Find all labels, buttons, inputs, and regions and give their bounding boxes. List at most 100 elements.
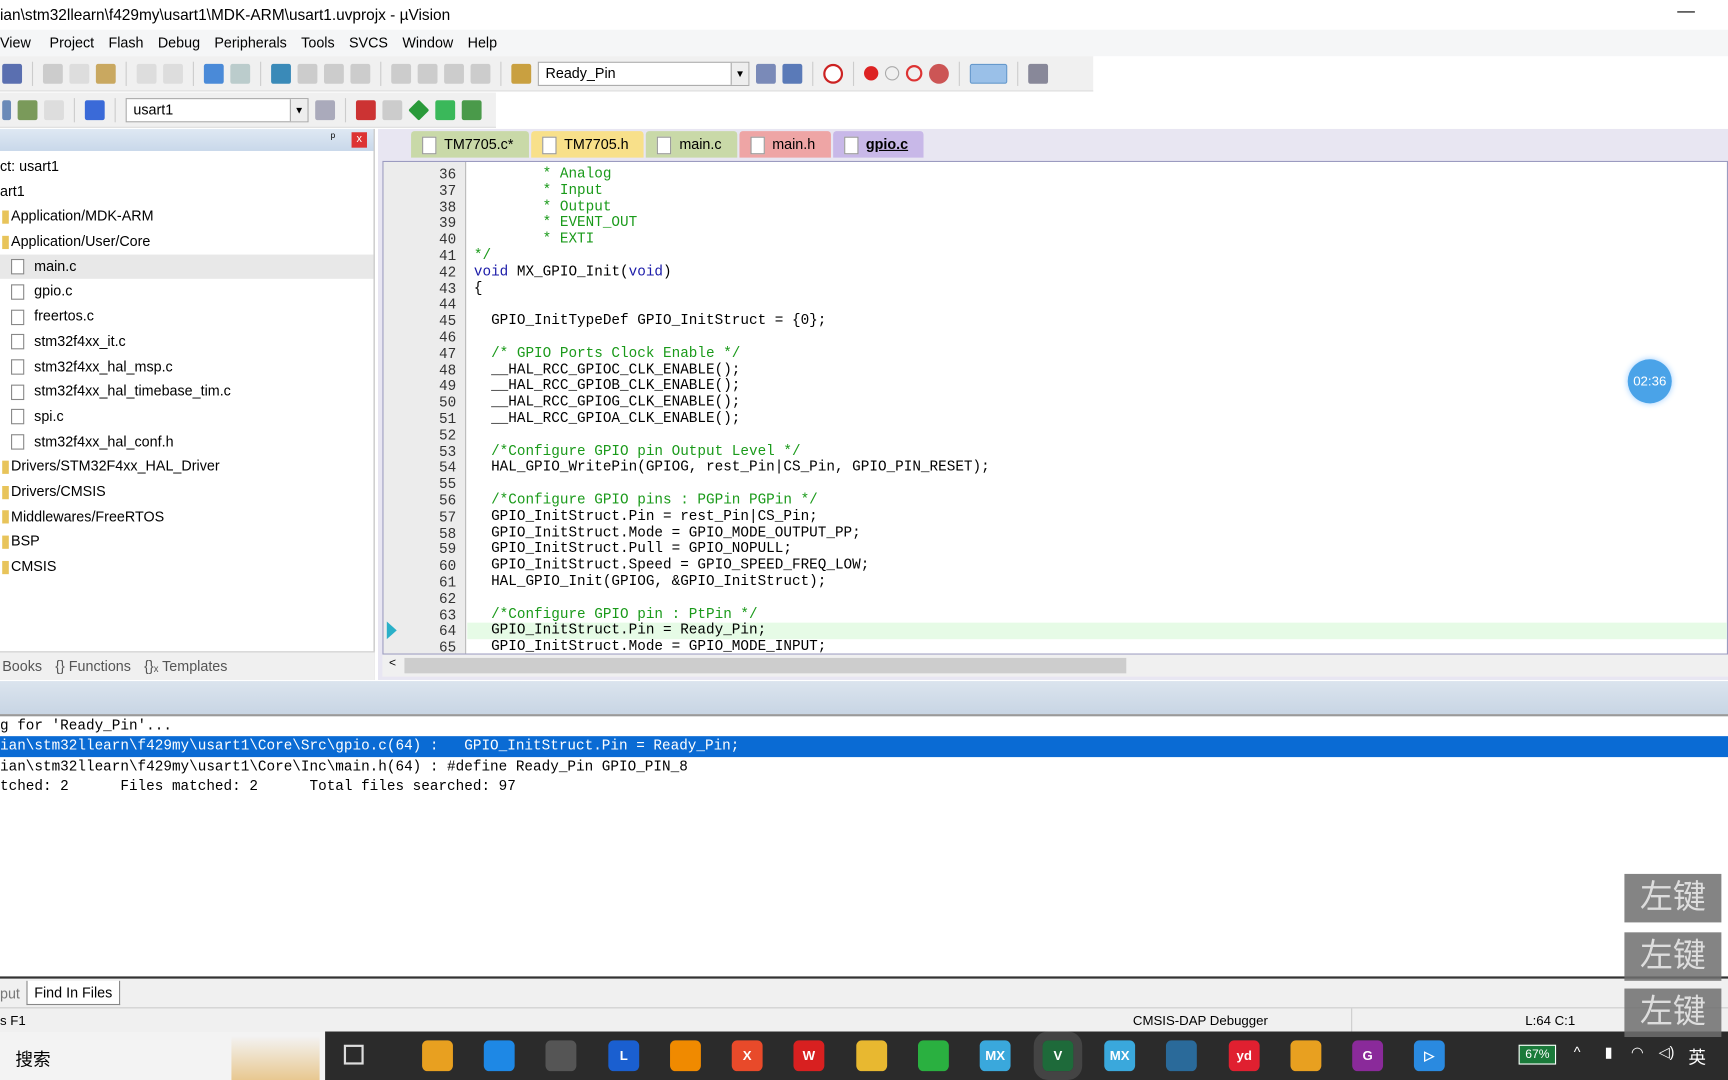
- output-tab[interactable]: Find In Files: [26, 980, 121, 1006]
- taskbar-app-icon[interactable]: [483, 1040, 515, 1072]
- tree-item-root[interactable]: ct: usart1: [0, 154, 374, 179]
- bookmark-icon[interactable]: [271, 63, 291, 84]
- find-in-files-icon[interactable]: [511, 63, 532, 84]
- uncomment-icon[interactable]: [470, 63, 491, 84]
- pack-installer-icon[interactable]: [408, 99, 430, 121]
- editor-tab[interactable]: gpio.c: [832, 131, 924, 158]
- taskbar-app-icon[interactable]: G: [1352, 1040, 1384, 1072]
- nav-back-icon[interactable]: [203, 63, 224, 84]
- taskbar-app-icon[interactable]: W: [793, 1040, 825, 1072]
- tree-item-folder[interactable]: Application/User/Core: [0, 229, 374, 254]
- disable-all-breakpoints-icon[interactable]: [905, 65, 923, 82]
- panel-tab[interactable]: Books: [2, 658, 42, 675]
- build-icon[interactable]: [17, 99, 38, 120]
- task-view-icon[interactable]: [343, 1044, 364, 1065]
- taskbar-app-icon[interactable]: yd: [1228, 1040, 1260, 1072]
- output-line[interactable]: ian\stm32llearn\f429my\usart1\Core\Src\g…: [0, 736, 1728, 757]
- taskbar-app-icon[interactable]: [1290, 1040, 1322, 1072]
- editor-tab[interactable]: TM7705.h: [531, 131, 645, 158]
- disable-breakpoint-icon[interactable]: [884, 66, 900, 81]
- tree-item-folder[interactable]: Middlewares/FreeRTOS: [0, 504, 374, 529]
- scroll-left-icon[interactable]: <: [389, 657, 396, 670]
- save-all-icon[interactable]: [2, 63, 23, 84]
- menu-svcs[interactable]: SVCS: [349, 34, 402, 56]
- translate-icon[interactable]: [2, 99, 12, 120]
- indent-icon[interactable]: [391, 63, 412, 84]
- find-in-files-output[interactable]: g for 'Ready_Pin'... ian\stm32llearn\f429…: [0, 714, 1728, 979]
- close-icon[interactable]: x: [351, 132, 367, 148]
- battery-icon[interactable]: 67%: [1518, 1044, 1557, 1065]
- editor-tab[interactable]: main.c: [646, 131, 737, 158]
- tree-item-root[interactable]: art1: [0, 179, 374, 204]
- taskbar-app-icon[interactable]: MX: [1104, 1040, 1136, 1072]
- code-view[interactable]: 36 37 38 39 40 41 42 43 44 45 46 47 48 49 50 51 52 53 54 55…: [382, 160, 1728, 655]
- run-time-env-icon[interactable]: [461, 99, 482, 120]
- tree-item-file[interactable]: gpio.c: [0, 279, 374, 304]
- taskbar-app-icon[interactable]: L: [608, 1040, 640, 1072]
- taskbar-app-icon[interactable]: [670, 1040, 701, 1072]
- configure-icon[interactable]: [1028, 63, 1049, 84]
- menu-project[interactable]: Project: [50, 34, 109, 56]
- clear-bookmarks-icon[interactable]: [350, 63, 371, 84]
- taskbar-app-icon[interactable]: ▷: [1413, 1040, 1445, 1072]
- editor-tab[interactable]: main.h: [739, 131, 831, 158]
- menu-flash[interactable]: Flash: [108, 34, 157, 56]
- scroll-thumb[interactable]: [404, 657, 1127, 674]
- target-combo[interactable]: usart1 ▼: [125, 97, 309, 122]
- taskbar-app-icon[interactable]: [917, 1040, 949, 1072]
- taskbar-app-icon[interactable]: [545, 1040, 577, 1072]
- pin-icon[interactable]: ᵖ: [331, 131, 336, 144]
- output-line[interactable]: ian\stm32llearn\f429my\usart1\Core\Inc\m…: [0, 757, 1728, 777]
- find-combo[interactable]: Ready_Pin ▼: [537, 61, 750, 86]
- find-icon[interactable]: [755, 63, 776, 84]
- output-line[interactable]: tched: 2 Files matched: 2 Total files se…: [0, 777, 1728, 797]
- taskbar-app-icon[interactable]: MX: [979, 1040, 1011, 1072]
- breakpoint-icon[interactable]: [863, 66, 879, 81]
- prev-bookmark-icon[interactable]: [297, 63, 318, 84]
- tree-item-file[interactable]: stm32f4xx_it.c: [0, 329, 374, 354]
- nav-forward-icon[interactable]: [230, 63, 251, 84]
- menu-tools[interactable]: Tools: [301, 34, 349, 56]
- paste-icon[interactable]: [95, 63, 116, 84]
- output-tab[interactable]: put: [0, 985, 20, 1002]
- volume-icon[interactable]: ◁): [1659, 1044, 1675, 1062]
- menu-view[interactable]: View: [0, 34, 50, 56]
- chevron-up-icon[interactable]: ^: [1574, 1044, 1581, 1061]
- horizontal-scrollbar[interactable]: <: [382, 654, 1728, 677]
- panel-tab[interactable]: {}ₓ Templates: [144, 658, 227, 675]
- tree-item-folder[interactable]: CMSIS: [0, 554, 374, 579]
- tree-item-file[interactable]: freertos.c: [0, 304, 374, 329]
- panel-tab[interactable]: {} Functions: [55, 658, 131, 675]
- rebuild-icon[interactable]: [44, 99, 64, 120]
- wifi-icon[interactable]: ◠: [1631, 1044, 1644, 1062]
- select-packs-icon[interactable]: [435, 99, 456, 120]
- next-bookmark-icon[interactable]: [323, 63, 344, 84]
- tree-item-folder[interactable]: Drivers/CMSIS: [0, 479, 374, 504]
- tree-item-folder[interactable]: BSP: [0, 529, 374, 554]
- window-layout-icon[interactable]: [969, 63, 1008, 84]
- menu-help[interactable]: Help: [468, 34, 512, 56]
- debug-session-icon[interactable]: [823, 63, 844, 84]
- tree-item-file[interactable]: main.c: [0, 254, 374, 280]
- tree-item-file[interactable]: stm32f4xx_hal_conf.h: [0, 429, 374, 454]
- manage-components-icon[interactable]: [355, 99, 376, 120]
- editor-tab[interactable]: TM7705.c*: [411, 131, 529, 158]
- menu-window[interactable]: Window: [402, 34, 467, 56]
- taskbar-app-icon[interactable]: [422, 1040, 453, 1072]
- tree-item-folder[interactable]: Application/MDK-ARM: [0, 204, 374, 229]
- load-icon[interactable]: [84, 99, 105, 120]
- tree-item-file[interactable]: stm32f4xx_hal_msp.c: [0, 354, 374, 379]
- output-line[interactable]: g for 'Ready_Pin'...: [0, 716, 1728, 736]
- unindent-icon[interactable]: [417, 63, 438, 84]
- manage-project-icon[interactable]: [382, 99, 403, 120]
- taskbar-app-icon[interactable]: [1165, 1040, 1197, 1072]
- taskbar-app-icon[interactable]: [856, 1040, 888, 1072]
- microphone-icon[interactable]: ▮: [1605, 1044, 1613, 1062]
- kill-breakpoints-icon[interactable]: [929, 63, 949, 84]
- chevron-down-icon[interactable]: ▼: [289, 98, 308, 121]
- menu-peripherals[interactable]: Peripherals: [214, 34, 301, 56]
- cut-icon[interactable]: [42, 63, 63, 84]
- incremental-find-icon[interactable]: [782, 63, 803, 84]
- taskbar-app-icon[interactable]: X: [731, 1040, 763, 1072]
- ime-indicator[interactable]: 英: [1688, 1043, 1706, 1069]
